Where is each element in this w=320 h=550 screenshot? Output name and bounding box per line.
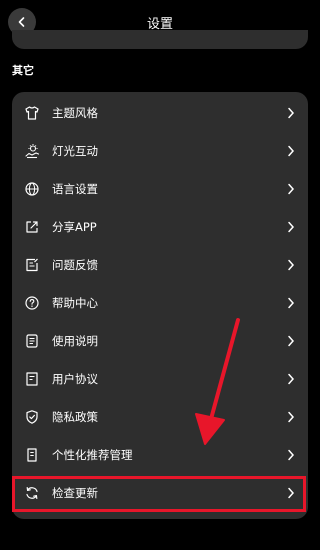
chevron-right-icon: [286, 372, 296, 386]
menu-item-check-update[interactable]: 检查更新: [12, 474, 308, 512]
menu-item-label: 语言设置: [52, 182, 98, 196]
chevron-right-icon: [286, 486, 296, 500]
refresh-icon: [24, 485, 40, 501]
menu-item-label: 分享APP: [52, 220, 97, 234]
menu-item-label: 灯光互动: [52, 144, 98, 158]
menu-item-personalized-recommendation[interactable]: 个性化推荐管理: [12, 436, 308, 474]
menu-item-label: 主题风格: [52, 106, 98, 120]
menu-item-instructions[interactable]: 使用说明: [12, 322, 308, 360]
globe-icon: [24, 181, 40, 197]
chevron-right-icon: [286, 106, 296, 120]
previous-settings-card: [12, 30, 308, 49]
chevron-right-icon: [286, 410, 296, 424]
chevron-right-icon: [286, 448, 296, 462]
menu-item-label: 隐私政策: [52, 410, 98, 424]
light-interaction-icon: [24, 143, 40, 159]
menu-item-label: 个性化推荐管理: [52, 448, 133, 462]
chevron-right-icon: [286, 144, 296, 158]
menu-item-language[interactable]: 语言设置: [12, 170, 308, 208]
menu-item-feedback[interactable]: 问题反馈: [12, 246, 308, 284]
menu-item-theme[interactable]: 主题风格: [12, 94, 308, 132]
menu-item-light-interaction[interactable]: 灯光互动: [12, 132, 308, 170]
section-label: 其它: [12, 64, 34, 77]
menu-item-label: 检查更新: [52, 486, 98, 500]
user-agreement-icon: [24, 371, 40, 387]
shield-icon: [24, 409, 40, 425]
tshirt-icon: [24, 105, 40, 121]
menu-item-privacy-policy[interactable]: 隐私政策: [12, 398, 308, 436]
chevron-right-icon: [286, 296, 296, 310]
menu-item-help-center[interactable]: 帮助中心: [12, 284, 308, 322]
settings-menu-card: 主题风格 灯光互动 语言设置 分享APP 问题反馈 帮助中心 使用说明 用户协议…: [12, 92, 308, 519]
share-icon: [24, 219, 40, 235]
menu-item-user-agreement[interactable]: 用户协议: [12, 360, 308, 398]
feedback-icon: [24, 257, 40, 273]
help-icon: [24, 295, 40, 311]
chevron-right-icon: [286, 182, 296, 196]
menu-item-label: 问题反馈: [52, 258, 98, 272]
menu-item-label: 使用说明: [52, 334, 98, 348]
menu-item-share-app[interactable]: 分享APP: [12, 208, 308, 246]
chevron-right-icon: [286, 258, 296, 272]
recommendation-icon: [24, 447, 40, 463]
menu-item-label: 用户协议: [52, 372, 98, 386]
chevron-right-icon: [286, 220, 296, 234]
menu-item-label: 帮助中心: [52, 296, 98, 310]
chevron-right-icon: [286, 334, 296, 348]
manual-icon: [24, 333, 40, 349]
